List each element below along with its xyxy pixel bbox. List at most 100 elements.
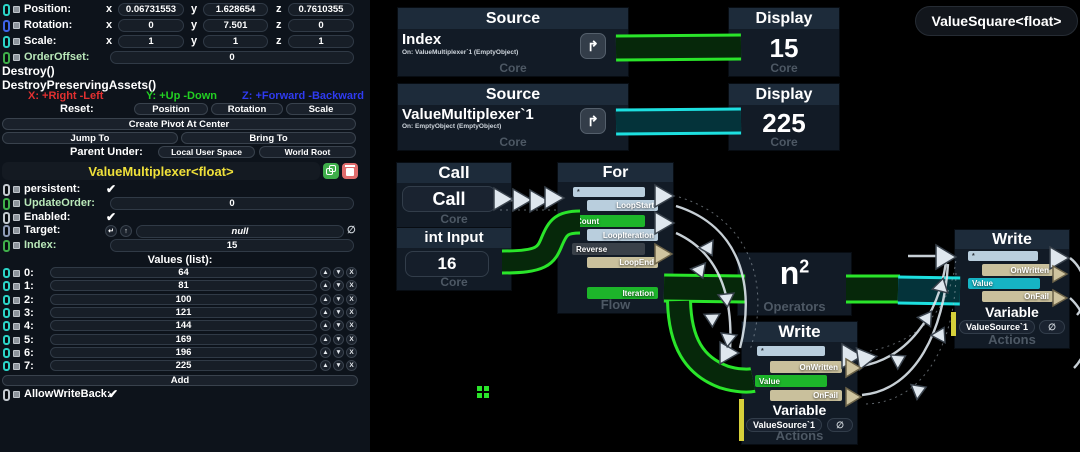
updateorder-field[interactable]: 0 [110,197,354,210]
move-up-button[interactable]: ▲ [320,267,331,278]
drag-handle-icon [13,6,20,13]
node-display-225[interactable]: Display 225 Core [729,84,839,150]
write-onwritten-output[interactable]: OnWritten [770,361,842,373]
write-onfail-output[interactable]: OnFail [770,390,842,401]
rotation-y-field[interactable]: 7.501 [203,19,268,32]
jump-to-button[interactable]: Jump To [2,132,178,144]
remove-item-button[interactable]: X [346,267,357,278]
target-up-button[interactable]: ↑ [120,225,132,237]
impulse-input-port[interactable] [936,245,956,269]
impulse-arrow [911,380,929,400]
remove-item-button[interactable]: X [346,320,357,331]
local-user-space-button[interactable]: Local User Space [158,146,255,158]
for-loopiteration-output[interactable]: LoopIteration [587,229,658,241]
for-count-input[interactable]: Count [572,215,645,227]
node-browser-pill[interactable]: ValueSquare<float> [915,6,1078,36]
position-z-field[interactable]: 0.7610355 [288,3,354,16]
move-down-button[interactable]: ▼ [333,267,344,278]
remove-item-button[interactable]: X [346,280,357,291]
for-run-impulse-input[interactable]: * [573,187,645,197]
display-value: 15 [729,33,839,64]
list-item-value[interactable]: 81 [50,280,317,291]
node-display-15[interactable]: Display 15 Core [729,8,839,76]
target-write-back-button[interactable]: ↵ [105,225,117,237]
delete-component-button[interactable] [342,163,358,179]
move-down-button[interactable]: ▼ [333,334,344,345]
move-up-button[interactable]: ▲ [320,347,331,358]
ref-jump-button[interactable]: ↱ [580,33,606,59]
world-root-button[interactable]: World Root [259,146,356,158]
reset-rotation-button[interactable]: Rotation [211,103,283,115]
move-up-button[interactable]: ▲ [320,320,331,331]
persistent-checkbox[interactable]: ✔ [106,183,116,195]
impulse-input-port[interactable] [720,342,739,364]
move-down-button[interactable]: ▼ [333,294,344,305]
node-write-bottom[interactable]: Write * OnWritten Value OnFail Variable … [742,322,857,444]
remove-item-button[interactable]: X [346,360,357,371]
node-source-valuemultiplexer[interactable]: Source ValueMultiplexer`1 On: EmptyObjec… [398,84,628,150]
move-up-button[interactable]: ▲ [320,294,331,305]
for-loopstart-output[interactable]: LoopStart [587,200,658,211]
node-int-input[interactable]: int Input 16 Core [397,228,511,290]
node-for[interactable]: For * LoopStart Count LoopIteration Reve… [558,163,673,313]
move-down-button[interactable]: ▼ [333,280,344,291]
remove-item-button[interactable]: X [346,294,357,305]
create-pivot-button[interactable]: Create Pivot At Center [2,118,356,130]
write-value-input[interactable]: Value [968,278,1040,289]
rotation-x-field[interactable]: 0 [118,19,184,32]
scale-y-field[interactable]: 1 [203,35,268,48]
remove-item-button[interactable]: X [346,347,357,358]
move-up-button[interactable]: ▲ [320,360,331,371]
impulse-arrow [931,324,951,343]
node-square[interactable]: n2 Operators [738,253,851,315]
allowwriteback-checkbox[interactable]: ✔ [108,388,118,400]
write-onwritten-output[interactable]: OnWritten [982,264,1053,276]
move-down-button[interactable]: ▼ [333,320,344,331]
list-item-value[interactable]: 100 [50,294,317,305]
write-impulse-input[interactable]: * [757,346,825,356]
write-impulse-input[interactable]: * [968,251,1038,261]
list-item-value[interactable]: 144 [50,320,317,331]
list-item-value[interactable]: 121 [50,307,317,318]
for-reverse-input[interactable]: Reverse [572,243,645,255]
for-loopend-output[interactable]: LoopEnd [587,257,658,268]
enabled-checkbox[interactable]: ✔ [106,211,116,223]
destroy-method[interactable]: Destroy() [2,64,55,78]
int-input-field[interactable]: 16 [405,251,489,277]
orderoffset-field[interactable]: 0 [110,51,354,64]
scale-x-field[interactable]: 1 [118,35,184,48]
bring-to-button[interactable]: Bring To [181,132,356,144]
move-up-button[interactable]: ▲ [320,334,331,345]
write-value-input[interactable]: Value [755,375,827,387]
move-down-button[interactable]: ▼ [333,307,344,318]
target-reference-field[interactable]: null [136,225,344,238]
position-y-field[interactable]: 1.628654 [203,3,268,16]
list-item-value[interactable]: 225 [50,360,317,371]
remove-item-button[interactable]: X [346,307,357,318]
move-up-button[interactable]: ▲ [320,280,331,291]
reset-scale-button[interactable]: Scale [286,103,356,115]
node-category: Core [729,61,839,75]
node-write-right[interactable]: Write * OnWritten Value OnFail Variable … [955,230,1069,348]
write-onfail-output[interactable]: OnFail [982,291,1053,302]
target-clear-button[interactable]: ∅ [347,225,356,236]
move-down-button[interactable]: ▼ [333,347,344,358]
move-up-button[interactable]: ▲ [320,307,331,318]
index-field[interactable]: 15 [110,239,354,252]
scale-z-field[interactable]: 1 [288,35,354,48]
move-down-button[interactable]: ▼ [333,360,344,371]
node-call[interactable]: Call Call Core [397,163,511,227]
list-item-value[interactable]: 169 [50,334,317,345]
reset-position-button[interactable]: Position [134,103,208,115]
call-impulse-button[interactable]: Call [402,186,496,212]
duplicate-component-button[interactable] [323,163,339,179]
list-item-value[interactable]: 196 [50,347,317,358]
position-x-field[interactable]: 0.06731553 [118,3,184,16]
ref-jump-button[interactable]: ↱ [580,108,606,134]
rotation-z-field[interactable]: 0 [288,19,354,32]
node-source-index[interactable]: Source Index On: ValueMultiplexer`1 (Emp… [398,8,628,76]
remove-item-button[interactable]: X [346,334,357,345]
add-list-item-button[interactable]: Add [2,375,358,386]
component-title-bar[interactable]: ValueMultiplexer<float> [2,162,320,180]
list-item-value[interactable]: 64 [50,267,317,278]
